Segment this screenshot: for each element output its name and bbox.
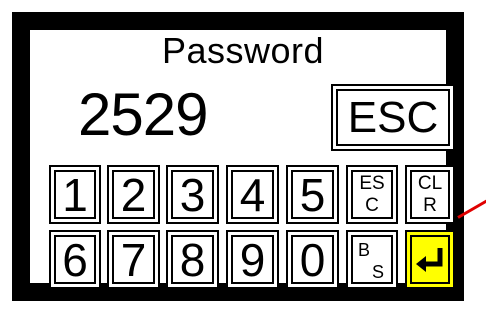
clear-key-label: CL R bbox=[417, 172, 443, 216]
key-label: 4 bbox=[239, 168, 266, 221]
key-label: 3 bbox=[179, 168, 206, 221]
dialog-title: Password bbox=[161, 30, 325, 71]
key-2[interactable]: 2 bbox=[107, 165, 160, 224]
esc-button[interactable]: ESC bbox=[331, 84, 455, 151]
key-label: 2 bbox=[120, 168, 147, 221]
key-0[interactable]: 0 bbox=[286, 230, 339, 289]
enter-key[interactable] bbox=[405, 230, 455, 289]
key-label: 9 bbox=[239, 233, 266, 286]
key-label: 6 bbox=[62, 233, 88, 286]
key-label: 5 bbox=[299, 168, 326, 221]
key-label: 7 bbox=[120, 233, 147, 286]
backspace-key-label-top: B bbox=[358, 240, 371, 260]
key-label: 0 bbox=[299, 233, 326, 286]
enter-return-arrow-icon bbox=[416, 247, 443, 272]
key-5[interactable]: 5 bbox=[286, 165, 339, 224]
backspace-key-label-bottom: S bbox=[372, 262, 385, 282]
key-9[interactable]: 9 bbox=[226, 230, 279, 289]
password-display: 2529 bbox=[78, 81, 208, 148]
esc-key-label: ES C bbox=[359, 172, 385, 216]
esc-button-label: ESC bbox=[347, 92, 439, 142]
clear-key[interactable]: CL R bbox=[405, 165, 455, 224]
key-1[interactable]: 1 bbox=[49, 165, 101, 224]
key-6[interactable]: 6 bbox=[49, 230, 101, 289]
backspace-key[interactable]: B S bbox=[346, 230, 398, 289]
key-label: 1 bbox=[62, 168, 88, 221]
esc-key[interactable]: ES C bbox=[346, 165, 398, 224]
key-4[interactable]: 4 bbox=[226, 165, 279, 224]
key-7[interactable]: 7 bbox=[107, 230, 160, 289]
key-label: 8 bbox=[179, 233, 206, 286]
key-3[interactable]: 3 bbox=[166, 165, 219, 224]
password-dialog: Password 2529 ESC 1 2 3 4 5 ES C CL R 6 … bbox=[0, 0, 486, 310]
key-8[interactable]: 8 bbox=[166, 230, 219, 289]
